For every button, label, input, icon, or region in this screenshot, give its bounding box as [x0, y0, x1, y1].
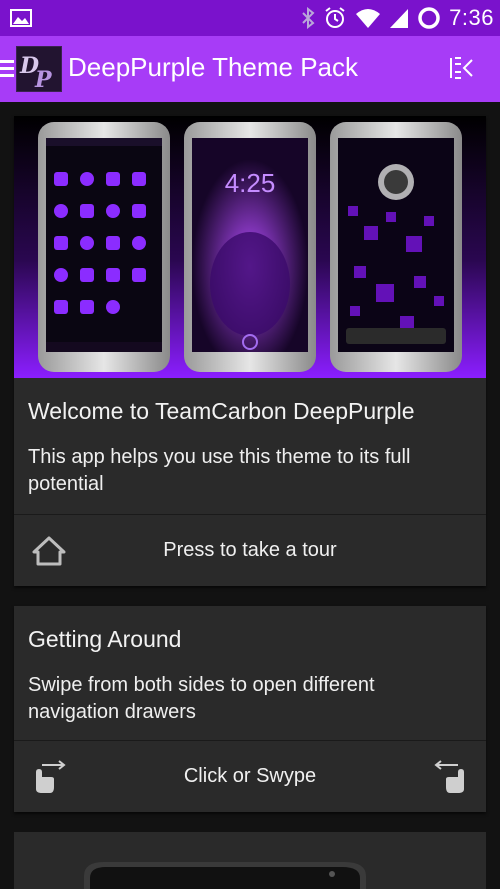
app-bar: D P DeepPurple Theme Pack — [0, 36, 500, 102]
next-card — [14, 832, 486, 889]
menu-icon[interactable] — [0, 58, 14, 78]
wifi-icon — [356, 9, 381, 28]
getting-around-heading: Getting Around — [28, 626, 182, 652]
click-or-swype-button[interactable]: Click or Swype — [14, 741, 486, 813]
take-tour-label: Press to take a tour — [163, 539, 337, 561]
getting-around-body: Swipe from both sides to open different … — [28, 674, 375, 723]
phone-mockup-1 — [38, 122, 170, 372]
phone-mockup-3 — [330, 122, 462, 372]
alarm-icon — [325, 7, 345, 28]
battery-icon — [418, 7, 440, 29]
clock: 7:36 — [449, 5, 494, 30]
right-drawer-icon[interactable] — [448, 54, 476, 82]
image-icon — [10, 9, 32, 27]
app-logo[interactable]: D P — [16, 46, 62, 92]
phone-mockup-2: 4:25 — [184, 122, 316, 372]
take-tour-button[interactable]: Press to take a tour — [14, 515, 486, 587]
app-title: DeepPurple Theme Pack — [68, 52, 359, 82]
phone-preview-image — [84, 862, 366, 889]
getting-around-card: Getting Around Swipe from both sides to … — [14, 606, 486, 812]
signal-icon — [390, 9, 409, 28]
hero-image: 4:25 — [14, 116, 486, 378]
bluetooth-icon — [302, 7, 315, 29]
welcome-card: 4:25 Welcome to TeamCarbon DeepPurple Th… — [14, 116, 486, 586]
welcome-body: This app helps you use this theme to its… — [28, 446, 411, 495]
status-bar: 7:36 — [0, 0, 500, 36]
lockscreen-clock: 4:25 — [225, 168, 276, 198]
welcome-heading: Welcome to TeamCarbon DeepPurple — [28, 398, 415, 424]
svg-text:P: P — [34, 67, 53, 91]
click-or-swype-label: Click or Swype — [183, 765, 317, 787]
swipe-left-icon — [434, 760, 464, 793]
